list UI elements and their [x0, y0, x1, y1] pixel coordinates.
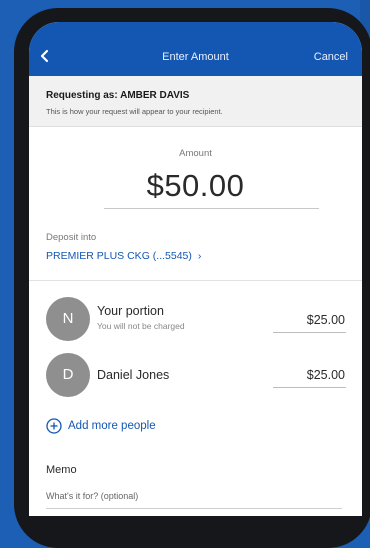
requesting-as-prefix: Requesting as: [46, 90, 121, 101]
requester-name: AMBER DAVIS [120, 90, 190, 101]
avatar: N [46, 297, 90, 341]
cancel-button[interactable]: Cancel [314, 51, 348, 63]
deposit-label: Deposit into [46, 232, 97, 243]
plus-circle-icon [46, 418, 62, 434]
person-name: Your portion [97, 304, 164, 318]
nav-bar: Enter Amount Cancel [29, 22, 362, 76]
amount-field-underline [273, 387, 346, 388]
requesting-as-banner: Requesting as: AMBER DAVIS This is how y… [29, 76, 362, 127]
amount-input[interactable]: $50.00 [29, 168, 362, 204]
requesting-as-note: This is how your request will appear to … [46, 107, 223, 116]
person-amount-input[interactable]: $25.00 [307, 313, 345, 327]
avatar: D [46, 353, 90, 397]
memo-underline [46, 508, 342, 509]
person-subtitle: You will not be charged [97, 321, 185, 331]
memo-input[interactable] [46, 487, 342, 505]
person-name: Daniel Jones [97, 368, 170, 382]
amount-label: Amount [179, 148, 212, 159]
page-title: Enter Amount [162, 51, 229, 63]
add-more-people-label: Add more people [68, 420, 156, 432]
person-row-your-portion: N Your portion You will not be charged $… [29, 297, 362, 341]
amount-underline [104, 208, 319, 209]
person-amount-input[interactable]: $25.00 [307, 368, 345, 382]
app-screen: Enter Amount Cancel Requesting as: AMBER… [29, 22, 362, 516]
deposit-account-name: PREMIER PLUS CKG (...5545) [46, 250, 192, 262]
person-row-daniel-jones: D Daniel Jones $25.00 [29, 353, 362, 397]
amount-field-underline [273, 332, 346, 333]
chevron-right-icon: › [197, 250, 202, 262]
section-divider [29, 280, 362, 281]
requesting-as-title: Requesting as: AMBER DAVIS [46, 90, 189, 101]
add-more-people-button[interactable]: Add more people [46, 417, 156, 435]
memo-label: Memo [46, 464, 77, 476]
deposit-account-selector[interactable]: PREMIER PLUS CKG (...5545) › [46, 250, 201, 262]
